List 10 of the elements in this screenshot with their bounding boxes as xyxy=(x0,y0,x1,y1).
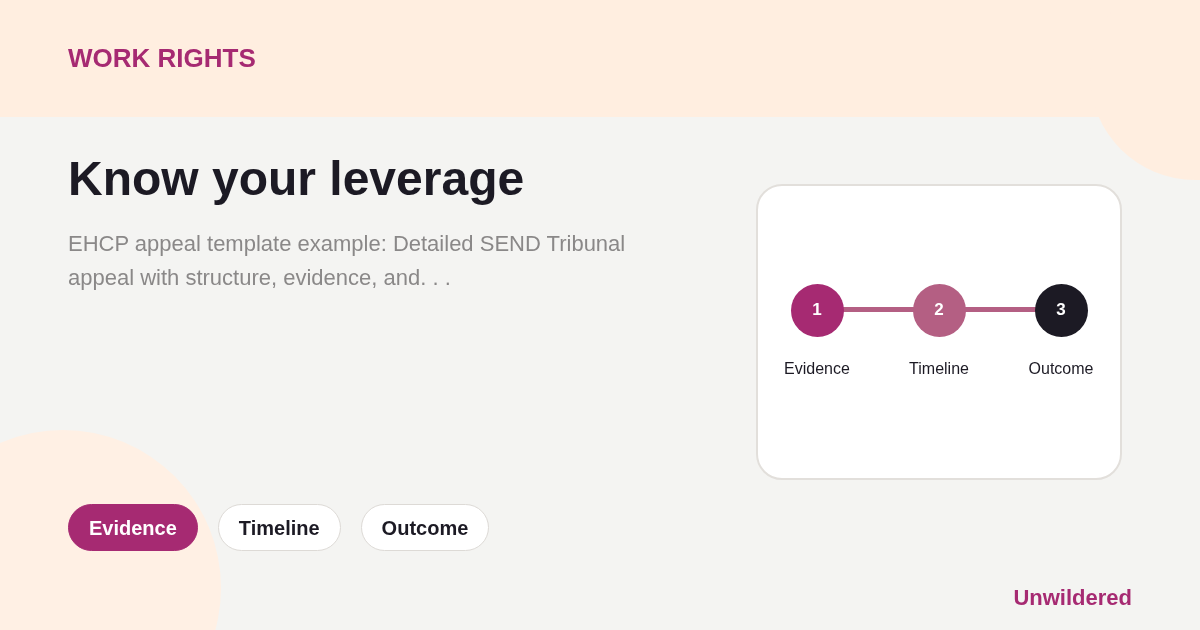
step-label: Outcome xyxy=(1028,358,1094,379)
description-text: EHCP appeal template example: Detailed SEND Tribunal appeal with structure, evidence, and. . . xyxy=(68,230,627,292)
eyebrow-label: WORK RIGHTS xyxy=(68,42,256,75)
page-title: Know your leverage xyxy=(68,151,526,207)
step-label: Evidence xyxy=(784,358,850,379)
filter-pill[interactable]: Outcome xyxy=(360,504,490,551)
filter-pill[interactable]: Timeline xyxy=(217,504,341,551)
filter-pill[interactable]: Evidence xyxy=(68,504,198,551)
step-label: Timeline xyxy=(909,358,969,379)
brand-name: Unwildered xyxy=(1013,584,1132,612)
